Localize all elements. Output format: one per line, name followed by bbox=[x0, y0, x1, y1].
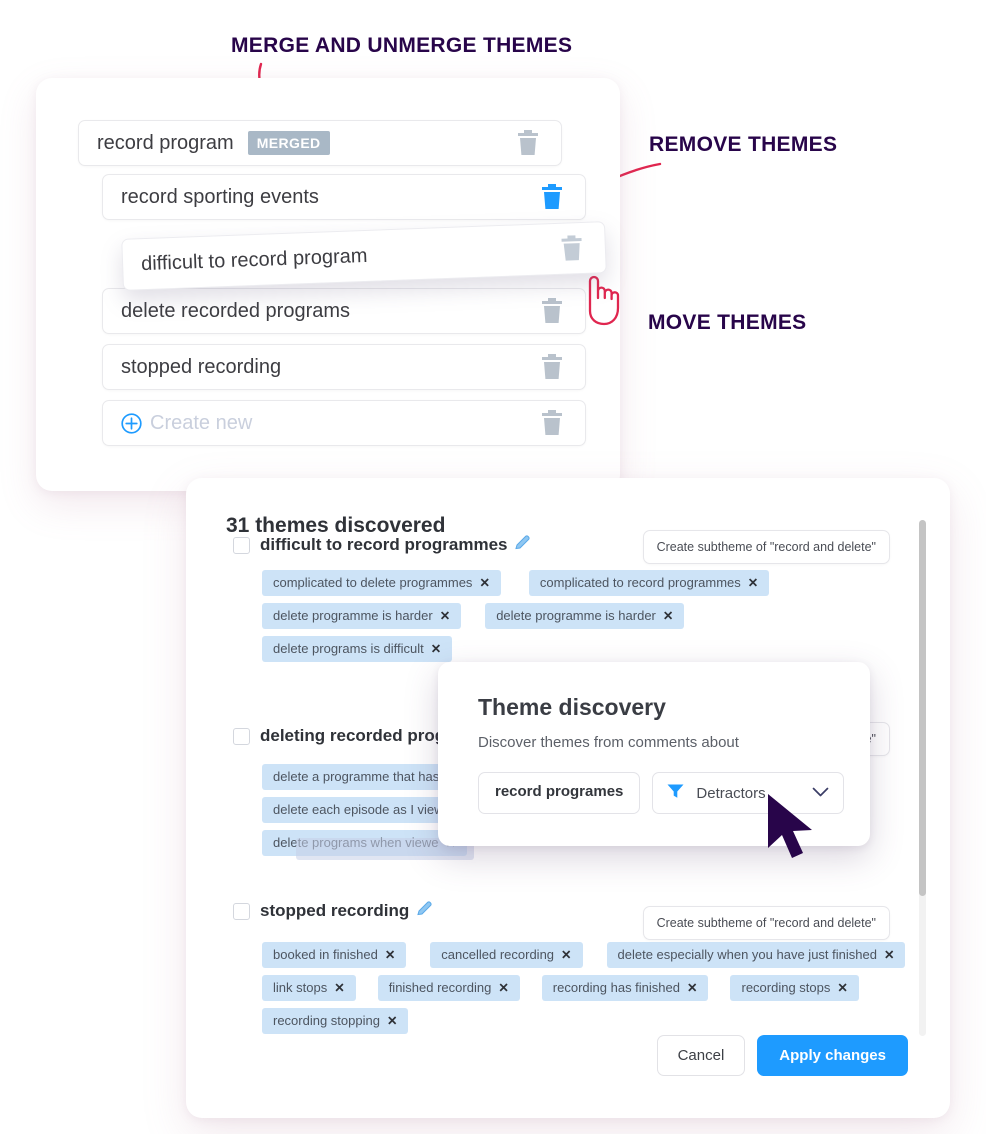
theme-row-label: stopped recording bbox=[121, 355, 282, 378]
annotation-merge-unmerge: MERGE AND UNMERGE THEMES bbox=[231, 34, 573, 57]
tag-chip[interactable]: recording stopping ✕ bbox=[262, 1008, 409, 1034]
trash-icon[interactable] bbox=[541, 410, 563, 436]
modal-subtitle: Discover themes from comments about bbox=[478, 734, 739, 751]
plus-circle-icon bbox=[121, 412, 142, 434]
remove-tag-icon[interactable]: ✕ bbox=[440, 608, 450, 623]
merged-badge: MERGED bbox=[247, 131, 330, 155]
tag-label: recording has finished bbox=[552, 980, 680, 995]
tag-label: booked in finished bbox=[273, 947, 378, 962]
trash-icon[interactable] bbox=[541, 354, 563, 380]
topic-chip[interactable]: record programes bbox=[478, 772, 641, 814]
trash-icon[interactable] bbox=[560, 235, 583, 262]
theme-title: difficult to record programmes bbox=[260, 535, 508, 554]
panel-footer: Cancel Apply changes bbox=[656, 1035, 908, 1076]
theme-title: stopped recording bbox=[260, 901, 410, 920]
tag-chip[interactable]: finished recording ✕ bbox=[377, 975, 520, 1001]
pencil-icon[interactable] bbox=[416, 900, 433, 922]
pencil-icon[interactable] bbox=[514, 534, 531, 556]
tag-label: delete each episode as I view bbox=[273, 802, 444, 817]
tag-chip[interactable]: cancelled recording ✕ bbox=[430, 942, 583, 968]
theme-editor-card: record program MERGED record sporting ev… bbox=[36, 78, 620, 491]
tag-label: delete especially when you have just fin… bbox=[617, 947, 877, 962]
trash-icon[interactable] bbox=[541, 298, 563, 324]
tag-chip[interactable]: booked in finished ✕ bbox=[262, 942, 407, 968]
remove-tag-icon[interactable]: ✕ bbox=[837, 980, 847, 995]
remove-tag-icon[interactable]: ✕ bbox=[387, 1013, 397, 1028]
tag-chip[interactable]: delete especially when you have just fin… bbox=[606, 942, 906, 968]
theme-group-stopped-recording: stopped recording Create subtheme of "re… bbox=[186, 900, 950, 1041]
tag-label: delete a programme that has bbox=[273, 769, 440, 784]
tag-chip[interactable]: delete programme is harder ✕ bbox=[262, 603, 462, 629]
remove-tag-icon[interactable]: ✕ bbox=[884, 947, 894, 962]
remove-tag-icon[interactable]: ✕ bbox=[479, 575, 489, 590]
tag-chip[interactable]: delete programs is difficult ✕ bbox=[262, 636, 453, 662]
tag-chip[interactable]: complicated to record programmes ✕ bbox=[528, 570, 770, 596]
theme-row-label: record sporting events bbox=[121, 185, 319, 208]
remove-tag-icon[interactable]: ✕ bbox=[385, 947, 395, 962]
cancel-button[interactable]: Cancel bbox=[656, 1035, 746, 1076]
remove-tag-icon[interactable]: ✕ bbox=[498, 980, 508, 995]
modal-title: Theme discovery bbox=[478, 694, 666, 720]
tag-label: link stops bbox=[273, 980, 328, 995]
tag-chip[interactable]: delete programme is harder ✕ bbox=[485, 603, 685, 629]
theme-group-difficult-to-record-programmes: difficult to record programmes Create su… bbox=[186, 530, 950, 669]
tag-label: cancelled recording bbox=[441, 947, 555, 962]
hand-cursor-icon bbox=[576, 272, 626, 333]
tag-label: delete programme is harder bbox=[496, 608, 656, 623]
remove-tag-icon[interactable]: ✕ bbox=[334, 980, 344, 995]
trash-icon[interactable] bbox=[541, 184, 563, 210]
create-new-theme-row[interactable]: Create new bbox=[102, 400, 586, 446]
tag-chip[interactable]: complicated to delete programmes ✕ bbox=[262, 570, 501, 596]
tag-label: delete programme is harder bbox=[273, 608, 433, 623]
tag-chip[interactable]: recording has finished ✕ bbox=[541, 975, 709, 1001]
create-subtheme-button[interactable]: Create subtheme of "record and delete" bbox=[642, 906, 890, 940]
tag-label: complicated to delete programmes bbox=[273, 575, 473, 590]
tag-chip[interactable]: recording stops ✕ bbox=[730, 975, 859, 1001]
remove-tag-icon[interactable]: ✕ bbox=[431, 641, 441, 656]
create-subtheme-button[interactable]: Create subtheme of "record and delete" bbox=[642, 530, 890, 564]
theme-checkbox[interactable] bbox=[233, 536, 250, 554]
tag-chip[interactable]: link stops ✕ bbox=[262, 975, 356, 1001]
theme-row-record-sporting-events[interactable]: record sporting events bbox=[102, 174, 586, 220]
theme-title: deleting recorded progr bbox=[260, 726, 452, 745]
theme-row-label: record program bbox=[97, 131, 234, 154]
scrollbar-thumb[interactable] bbox=[919, 520, 926, 896]
remove-tag-icon[interactable]: ✕ bbox=[748, 575, 758, 590]
tag-label: finished recording bbox=[388, 980, 492, 995]
scrollbar-track[interactable] bbox=[919, 520, 926, 1036]
trash-icon[interactable] bbox=[517, 130, 539, 156]
theme-row-delete-recorded-programs[interactable]: delete recorded programs bbox=[102, 288, 586, 334]
theme-row-record-program[interactable]: record program MERGED bbox=[78, 120, 562, 166]
theme-checkbox[interactable] bbox=[233, 902, 250, 920]
remove-tag-icon[interactable]: ✕ bbox=[561, 947, 571, 962]
theme-row-label: difficult to record program bbox=[140, 244, 368, 275]
annotation-remove-themes: REMOVE THEMES bbox=[649, 133, 838, 156]
remove-tag-icon[interactable]: ✕ bbox=[663, 608, 673, 623]
funnel-icon bbox=[667, 783, 684, 803]
tag-label: delete programs is difficult bbox=[273, 641, 424, 656]
mouse-pointer-icon bbox=[766, 792, 824, 871]
theme-row-label: delete recorded programs bbox=[121, 299, 351, 322]
tag-label: recording stopping bbox=[273, 1013, 380, 1028]
theme-row-stopped-recording[interactable]: stopped recording bbox=[102, 344, 586, 390]
theme-row-dragging-difficult-to-record-program[interactable]: difficult to record program bbox=[121, 221, 607, 291]
screenshot-root: MERGE AND UNMERGE THEMES REMOVE THEMES M… bbox=[0, 0, 986, 1134]
annotation-move-themes: MOVE THEMES bbox=[648, 311, 807, 334]
theme-checkbox[interactable] bbox=[233, 727, 250, 745]
create-new-label: Create new bbox=[150, 411, 253, 434]
remove-tag-icon[interactable]: ✕ bbox=[687, 980, 697, 995]
tag-chip[interactable]: delete a programme that has✕ bbox=[262, 764, 468, 790]
tag-label: complicated to record programmes bbox=[539, 575, 741, 590]
apply-changes-button[interactable]: Apply changes bbox=[757, 1035, 908, 1076]
tag-label: recording stops bbox=[741, 980, 831, 995]
